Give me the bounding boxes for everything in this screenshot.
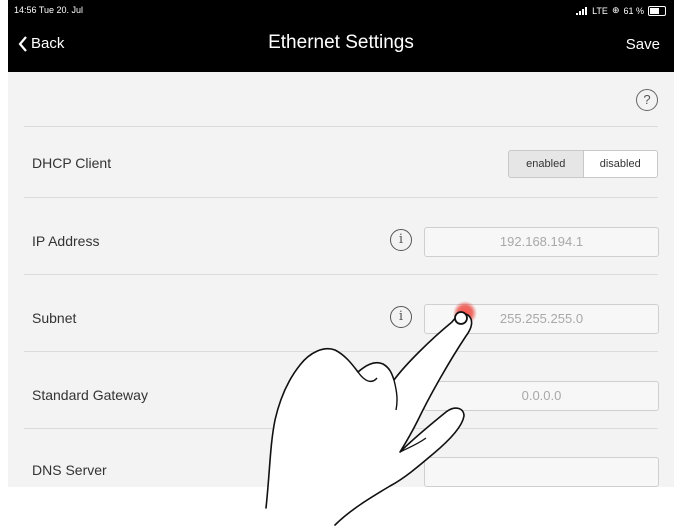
battery-percent: 61 % (623, 5, 644, 16)
battery-icon (648, 5, 666, 16)
subnet-label: Subnet (32, 310, 77, 326)
page-title: Ethernet Settings (268, 32, 414, 53)
network-label: LTE (592, 5, 608, 16)
gateway-label: Standard Gateway (32, 387, 148, 403)
ip-info-icon[interactable]: i (390, 229, 412, 251)
subnet-info-icon[interactable]: i (390, 306, 412, 328)
ip-address-field[interactable]: 192.168.194.1 (424, 227, 659, 257)
subnet-row: Subnet i 255.255.255.0 (24, 275, 659, 352)
ip-row: IP Address i 192.168.194.1 (24, 198, 659, 275)
dns-row: DNS Server (24, 429, 659, 487)
ios-screen: 14:56 Tue 20. Jul LTE ⊕ 61 % Back Ethern… (8, 0, 674, 487)
location-icon: ⊕ (611, 5, 620, 15)
status-time: 14:56 Tue 20. Jul (14, 5, 84, 15)
status-bar: 14:56 Tue 20. Jul LTE ⊕ 61 % (8, 0, 674, 20)
dhcp-enabled-option[interactable]: enabled (509, 151, 583, 177)
dhcp-label: DHCP Client (32, 155, 112, 171)
save-button[interactable]: Save (626, 36, 660, 53)
dhcp-segmented-control: enabled disabled (508, 150, 658, 178)
subnet-field[interactable]: 255.255.255.0 (424, 304, 659, 334)
back-label: Back (31, 35, 65, 52)
dns-field[interactable] (424, 457, 659, 487)
dhcp-disabled-option[interactable]: disabled (582, 151, 657, 177)
help-row: ? (24, 72, 658, 127)
chevron-left-icon (18, 35, 27, 52)
ip-label: IP Address (32, 233, 100, 249)
status-right: LTE ⊕ 61 % (576, 5, 666, 16)
signal-icon (576, 6, 588, 15)
battery-fill (650, 7, 659, 14)
navigation-bar: Back Ethernet Settings Save (8, 20, 674, 72)
dns-label: DNS Server (32, 462, 107, 478)
gateway-field[interactable]: 0.0.0.0 (424, 381, 659, 411)
gateway-row: Standard Gateway 0.0.0.0 (24, 352, 659, 429)
help-icon[interactable]: ? (636, 89, 658, 111)
back-button[interactable]: Back (18, 35, 64, 52)
dhcp-row: DHCP Client enabled disabled (24, 127, 658, 198)
